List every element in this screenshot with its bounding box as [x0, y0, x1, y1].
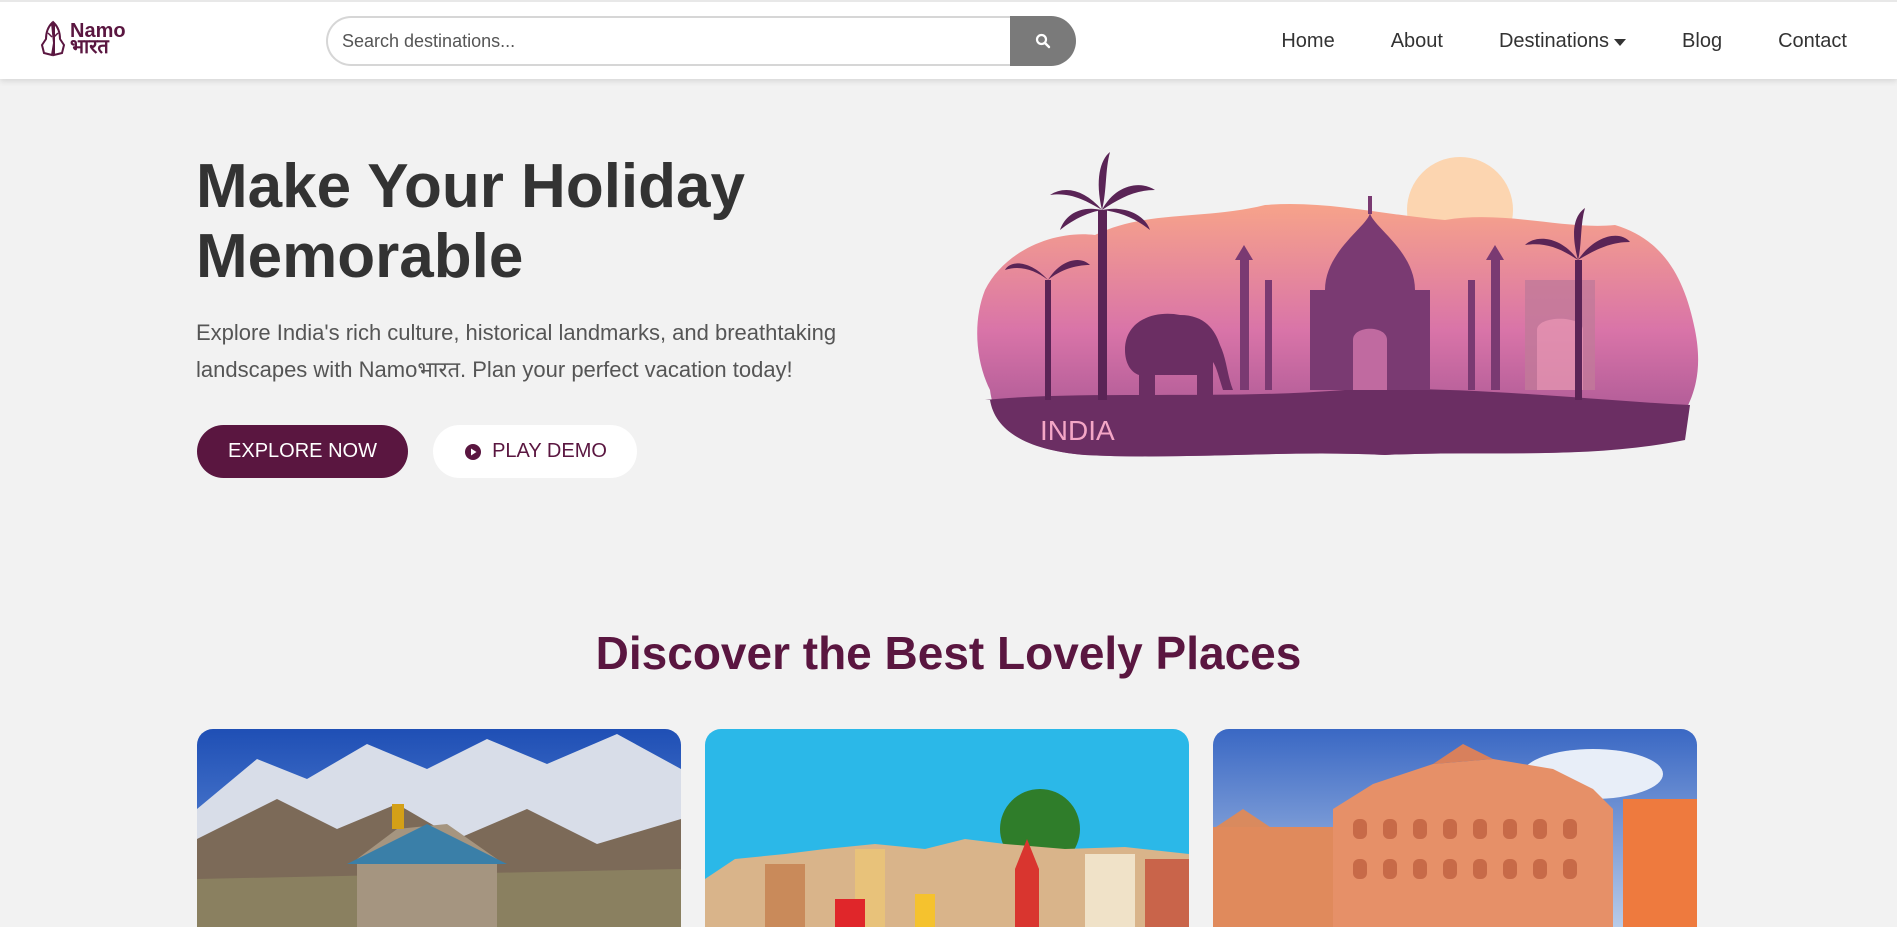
nav-destinations-dropdown[interactable]: Destinations [1498, 30, 1627, 53]
india-landmarks-illustration: INDIA [977, 152, 1699, 457]
caret-down-icon [1614, 39, 1627, 46]
mountain-temple-image [197, 729, 681, 927]
hero-title: Make Your Holiday Memorable [196, 152, 745, 291]
logo-text: Namo भारत [70, 21, 126, 57]
search-icon [1035, 33, 1051, 49]
site-header: Namo भारत Home About Destinations Blog C… [0, 0, 1897, 79]
destination-card-pink-palace[interactable] [1213, 729, 1697, 927]
explore-now-button[interactable]: EXPLORE NOW [197, 425, 408, 478]
play-demo-label: PLAY DEMO [492, 440, 607, 462]
india-art-label: INDIA [1040, 415, 1115, 446]
nav-about[interactable]: About [1391, 30, 1443, 53]
river-ghats-image [705, 729, 1189, 927]
nav-contact[interactable]: Contact [1778, 30, 1847, 53]
destination-card-mountain-temple[interactable] [197, 729, 681, 927]
nav-contact-label: Contact [1778, 30, 1847, 52]
nav-about-label: About [1390, 30, 1443, 52]
main-nav: Home About Destinations Blog Contact [1225, 2, 1847, 81]
nav-blog[interactable]: Blog [1682, 30, 1722, 53]
destination-card-river-ghats[interactable] [705, 729, 1189, 927]
logo[interactable]: Namo भारत [38, 18, 128, 60]
play-circle-icon [465, 443, 482, 460]
play-demo-button[interactable]: PLAY DEMO [433, 425, 637, 478]
pink-palace-image [1213, 729, 1697, 927]
search-input[interactable] [326, 16, 1011, 66]
nav-home[interactable]: Home [1281, 30, 1334, 53]
praying-hands-logo-icon [40, 20, 66, 57]
nav-home-label: Home [1281, 30, 1335, 52]
section-title: Discover the Best Lovely Places [595, 627, 1302, 679]
nav-blog-label: Blog [1682, 30, 1723, 52]
search-button[interactable] [1010, 16, 1076, 66]
explore-now-label: EXPLORE NOW [228, 440, 377, 462]
hero-description: Explore India's rich culture, historical… [196, 320, 837, 382]
nav-destinations-label: Destinations [1498, 30, 1610, 52]
search-bar [326, 16, 1076, 66]
